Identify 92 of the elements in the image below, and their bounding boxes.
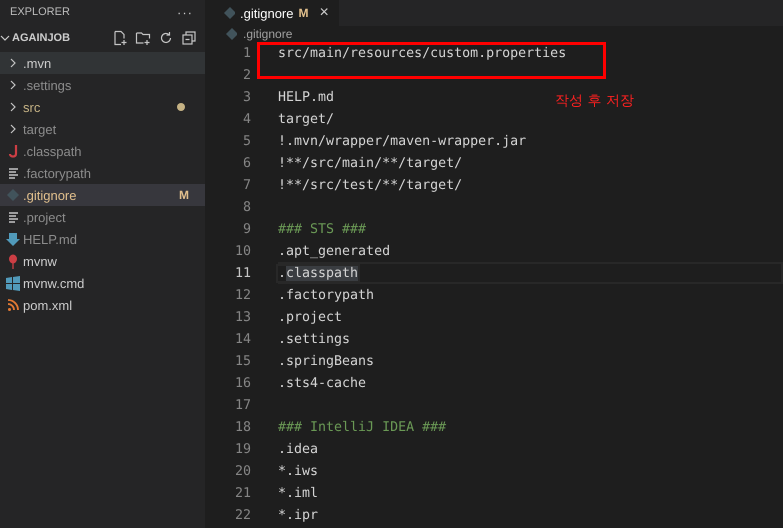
line-number: 18 [234,420,251,434]
file-tree-item[interactable]: .settings [0,74,205,96]
file-tree-item[interactable]: mvnw [0,250,205,272]
git-status-letter: M [179,188,189,202]
line-number: 1 [242,46,251,60]
file-name[interactable]: target [23,122,56,136]
collapse-all-icon [181,30,197,46]
chevron-right-icon [8,102,18,112]
line-number: 4 [242,112,251,126]
line-number: 13 [234,310,251,324]
line-number: 12 [234,288,251,302]
code-line: HELP.md [278,90,334,104]
code-comment: ### IntelliJ IDEA ### [278,420,446,434]
lines-icon [8,210,18,224]
pin-icon [8,254,18,268]
code-comment: ### STS ### [278,222,366,236]
line-number: 7 [242,178,251,192]
file-tree-item[interactable]: .project [0,206,205,228]
file-tree-item[interactable]: .mvn [0,52,205,74]
file-tree-item[interactable]: src [0,96,205,118]
line-number: 20 [234,464,251,478]
explorer-title: EXPLORER [10,6,70,18]
new-folder-icon [135,30,151,46]
code-line: !**/src/test/**/target/ [278,178,462,192]
line-number: 3 [242,90,251,104]
file-tree-item[interactable]: mvnw.cmd [0,272,205,294]
file-tree-item[interactable]: HELP.md [0,228,205,250]
code-line: *.ipr [278,508,318,522]
git-status-letter: M [298,6,308,20]
line-number: 19 [234,442,251,456]
close-button[interactable]: × [319,4,329,22]
file-name[interactable]: .classpath [23,144,82,158]
line-number: 21 [234,486,251,500]
file-name[interactable]: src [23,100,40,114]
chevron-right-icon [8,58,18,68]
windows-icon [6,276,20,290]
code-line: .factorypath [278,288,374,302]
project-title[interactable]: AGAINJOB [12,32,70,44]
refresh-icon [158,30,174,46]
file-name[interactable]: HELP.md [23,232,77,246]
line-number: 22 [234,508,251,522]
diamond-icon [225,27,237,41]
code-line: .sts4-cache [278,376,366,390]
line-number: 2 [242,68,251,82]
file-name[interactable]: .factorypath [23,166,91,180]
file-name[interactable]: .project [23,210,66,224]
code-line: *.iml [278,486,318,500]
lines-icon [8,166,18,180]
more-actions-button[interactable]: ··· [177,4,193,20]
code-line: .springBeans [278,354,374,368]
new-file-icon [112,30,128,46]
code-line: !**/src/main/**/target/ [278,156,462,170]
code-line: !.mvn/wrapper/maven-wrapper.jar [278,134,526,148]
chevron-right-icon [8,80,18,90]
down-arrow-icon [6,232,20,246]
code-line: .apt_generated [278,244,390,258]
breadcrumb-item[interactable]: .gitignore [243,27,292,41]
file-tree-item[interactable]: .factorypath [0,162,205,184]
line-number: 10 [234,244,251,258]
line-number: 11 [234,266,251,280]
code-line: target/ [278,112,334,126]
rss-icon [7,298,19,312]
line-number: 16 [234,376,251,390]
j-letter-icon [8,144,18,158]
code-line: .idea [278,442,318,456]
line-number: 8 [242,200,251,214]
diamond-icon [223,6,235,20]
file-tree-item[interactable]: target [0,118,205,140]
diamond-icon [6,188,20,202]
line-number: 5 [242,134,251,148]
code-line: src/main/resources/custom.properties [278,46,566,60]
file-name[interactable]: pom.xml [23,298,72,312]
file-name[interactable]: .settings [23,78,72,92]
file-tree-item[interactable]: .classpath [0,140,205,162]
line-number: 15 [234,354,251,368]
file-name[interactable]: .gitignore [23,188,76,202]
chevron-right-icon [8,124,18,134]
line-number: 6 [242,156,251,170]
file-tree-item[interactable]: pom.xml [0,294,205,316]
code-line: .project [278,310,342,324]
line-number: 9 [242,222,251,236]
code-line: *.iws [278,464,318,478]
file-name[interactable]: mvnw.cmd [23,276,84,290]
editor-tab[interactable]: .gitignore M × [205,0,339,26]
code-line: .classpath [278,266,358,280]
file-name[interactable]: mvnw [23,254,57,268]
file-name[interactable]: .mvn [23,56,52,70]
annotation-text: 작성 후 저장 [555,92,634,110]
code-line: .settings [278,332,350,346]
line-number: 17 [234,398,251,412]
file-tree-item[interactable]: .gitignore M [0,184,205,206]
line-number: 14 [234,332,251,346]
